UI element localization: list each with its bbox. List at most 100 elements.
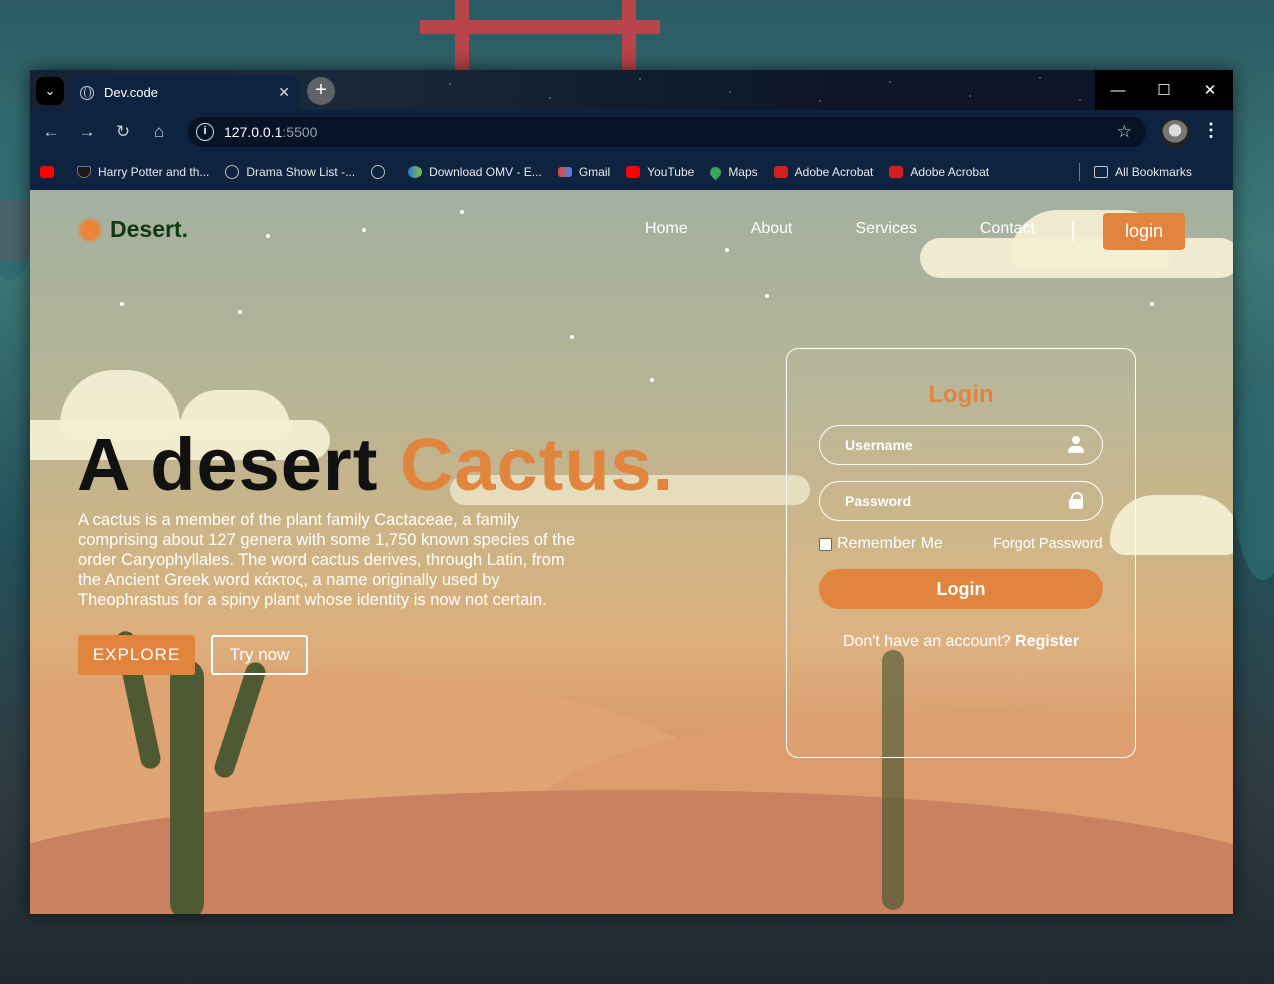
hero-description: A cactus is a member of the plant family… — [78, 511, 576, 609]
try-now-button[interactable]: Try now — [211, 635, 308, 675]
sky-star — [1150, 302, 1154, 306]
globe-icon — [371, 165, 386, 179]
menu-icon[interactable]: ⋮ — [1202, 120, 1220, 141]
login-form: Login Username Password Remember Me Forg… — [786, 348, 1136, 758]
maximize-button[interactable]: ☐ — [1141, 70, 1187, 110]
bookmark-item[interactable]: Maps — [708, 164, 758, 180]
forgot-password-link[interactable]: Forgot Password — [993, 536, 1103, 552]
no-account-text: Don't have an account? — [842, 633, 1016, 650]
minimize-button[interactable]: — — [1095, 70, 1141, 110]
password-field[interactable]: Password — [819, 481, 1103, 521]
brand-logo[interactable]: Desert. — [80, 216, 188, 243]
bookmark-star-icon[interactable]: ☆ — [1117, 122, 1132, 142]
address-bar[interactable]: i 127.0.0.1:5500 ☆ — [188, 117, 1146, 147]
bookmarks-bar: Harry Potter and th... Drama Show List -… — [30, 154, 1233, 190]
tab-search-button[interactable]: ⌄ — [36, 77, 64, 105]
bookmark-item[interactable]: Gmail — [557, 165, 611, 179]
bookmark-item[interactable]: Download OMV - E... — [408, 165, 542, 179]
nav-contact[interactable]: Contact — [980, 220, 1035, 238]
hero-title: A desert Cactus. — [77, 422, 674, 507]
remember-me-checkbox[interactable] — [819, 537, 832, 551]
new-tab-button[interactable]: + — [307, 77, 335, 105]
home-button[interactable]: ⌂ — [148, 121, 170, 143]
bookmark-label: YouTube — [647, 165, 695, 179]
wallpaper-tree — [1233, 380, 1274, 580]
bookmark-item[interactable]: Adobe Acrobat — [773, 165, 874, 179]
globe-icon — [80, 85, 94, 100]
maps-icon — [708, 164, 724, 180]
remember-me[interactable]: Remember Me — [819, 535, 943, 553]
main-nav: Home About Services Contact — [645, 220, 1098, 238]
login-submit-button[interactable]: Login — [819, 569, 1103, 609]
user-icon — [1068, 436, 1084, 454]
lock-icon — [1068, 492, 1084, 510]
gmail-icon — [557, 167, 572, 177]
url-port: :5500 — [282, 124, 318, 140]
back-button[interactable]: ← — [40, 121, 62, 143]
sun-icon — [80, 219, 100, 240]
bookmark-label: Adobe Acrobat — [794, 165, 874, 179]
register-link[interactable]: Register — [1015, 633, 1079, 650]
nav-home[interactable]: Home — [645, 220, 688, 238]
close-icon[interactable]: ✕ — [278, 84, 290, 101]
bookmark-label: Maps — [728, 165, 758, 179]
bookmark-item[interactable] — [40, 166, 61, 178]
bookmark-item[interactable]: Drama Show List -... — [225, 165, 355, 179]
bookmark-item[interactable]: Adobe Acrobat — [889, 165, 989, 179]
browser-window: ⌄ Dev.code ✕ + — ☐ ✕ ← → ↻ ⌂ i 127.0.0.1… — [30, 70, 1233, 914]
acrobat-icon — [889, 166, 904, 178]
bookmarks-divider — [1079, 163, 1081, 181]
remember-me-label: Remember Me — [837, 535, 943, 552]
sky-star — [120, 302, 124, 306]
sky-star — [460, 210, 464, 214]
explore-button[interactable]: EXPLORE — [78, 635, 195, 675]
tab-active[interactable]: Dev.code ✕ — [70, 75, 300, 110]
acrobat-icon — [773, 166, 788, 178]
youtube-icon — [626, 166, 641, 178]
sky-star — [765, 294, 769, 298]
reload-button[interactable]: ↻ — [112, 121, 134, 143]
all-bookmarks-button[interactable]: All Bookmarks — [1094, 165, 1192, 179]
sky-star — [650, 378, 654, 382]
nav-about[interactable]: About — [751, 220, 793, 238]
cactus — [170, 660, 204, 914]
tab-strip: ⌄ Dev.code ✕ + — ☐ ✕ — [30, 70, 1233, 110]
profile-avatar[interactable] — [1160, 118, 1190, 148]
sky-star — [362, 228, 366, 232]
wallpaper-pillar — [455, 0, 469, 70]
bookmark-item[interactable] — [371, 165, 392, 179]
all-bookmarks-label: All Bookmarks — [1115, 165, 1192, 179]
tab-title: Dev.code — [104, 85, 158, 100]
shield-icon — [77, 166, 91, 178]
globe-icon — [225, 165, 240, 179]
url-host: 127.0.0.1 — [224, 124, 283, 140]
login-title: Login — [928, 381, 994, 408]
window-controls: — ☐ ✕ — [1095, 70, 1233, 110]
sky-star — [570, 335, 574, 339]
omv-icon — [408, 166, 423, 178]
folder-icon — [1094, 166, 1109, 178]
bookmark-label: Gmail — [578, 165, 611, 179]
page-viewport: Desert. Home About Services Contact logi… — [30, 190, 1233, 914]
close-window-button[interactable]: ✕ — [1187, 70, 1233, 110]
sky-star — [725, 248, 729, 252]
wallpaper-pillar — [622, 0, 636, 70]
bookmark-item[interactable]: YouTube — [626, 165, 694, 179]
bookmark-label: Harry Potter and th... — [98, 165, 210, 179]
password-placeholder: Password — [845, 493, 912, 509]
bookmark-item[interactable]: Harry Potter and th... — [77, 165, 209, 179]
bookmark-label: Adobe Acrobat — [910, 165, 990, 179]
bookmark-label: Download OMV - E... — [429, 165, 542, 179]
youtube-icon — [40, 166, 54, 178]
sky-star — [238, 310, 242, 314]
header-login-button[interactable]: login — [1103, 213, 1185, 250]
info-icon[interactable]: i — [196, 123, 214, 141]
hero-title-main: A desert — [77, 423, 400, 506]
forward-button[interactable]: → — [76, 121, 98, 143]
register-prompt: Don't have an account? Register — [787, 633, 1135, 651]
username-field[interactable]: Username — [819, 425, 1103, 465]
username-placeholder: Username — [845, 437, 913, 453]
nav-services[interactable]: Services — [856, 220, 917, 238]
browser-toolbar: ← → ↻ ⌂ i 127.0.0.1:5500 ☆ ⋮ — [30, 110, 1233, 154]
chevron-down-icon: ⌄ — [44, 83, 56, 98]
